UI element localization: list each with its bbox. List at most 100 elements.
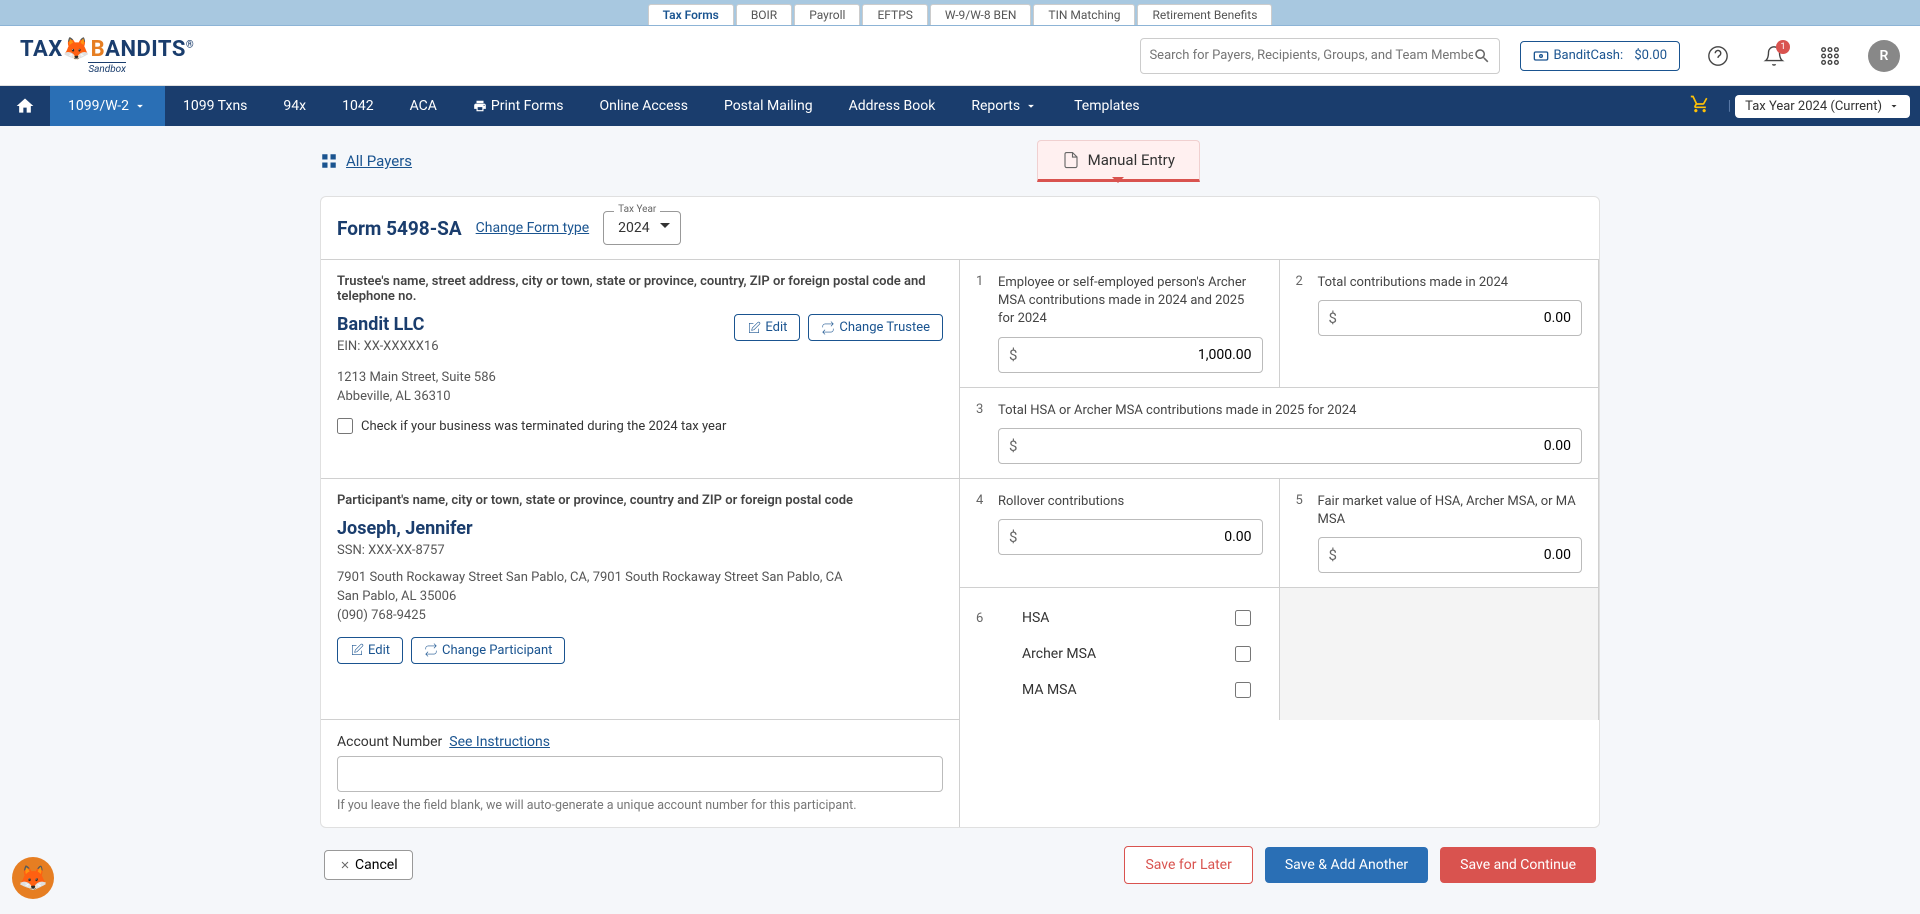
box-3: 3 Total HSA or Archer MSA contributions … [960, 388, 1599, 479]
nav-item-postal-mailing[interactable]: Postal Mailing [706, 86, 831, 126]
top-tab-tin-matching[interactable]: TIN Matching [1033, 4, 1135, 25]
chevron-down-icon [1888, 100, 1900, 112]
change-trustee-button[interactable]: Change Trustee [808, 314, 943, 341]
save-for-later-button[interactable]: Save for Later [1124, 846, 1252, 884]
box-5: 5 Fair market value of HSA, Archer MSA, … [1280, 479, 1600, 588]
notification-badge: 1 [1776, 40, 1790, 54]
main-nav: 1099/W-21099 Txns94x1042ACAPrint FormsOn… [0, 86, 1920, 126]
apps-button[interactable] [1812, 38, 1848, 74]
terminated-checkbox[interactable] [337, 418, 353, 434]
chevron-down-icon [1024, 99, 1038, 113]
trustee-addr2: Abbeville, AL 36310 [337, 389, 943, 404]
participant-name: Joseph, Jennifer [337, 518, 943, 539]
top-tab-strip: Tax FormsBOIRPayrollEFTPSW-9/W-8 BENTIN … [0, 0, 1920, 26]
help-icon [1707, 45, 1729, 67]
top-tab-payroll[interactable]: Payroll [794, 4, 860, 25]
box-2-input[interactable]: $ [1318, 300, 1583, 336]
nav-item-templates[interactable]: Templates [1056, 86, 1158, 126]
box-6: 6 HSA Archer MSA MA MSA [960, 588, 1280, 720]
search-box[interactable] [1140, 38, 1500, 74]
trustee-name: Bandit LLC [337, 314, 439, 335]
bandit-cash[interactable]: BanditCash: $0.00 [1520, 41, 1680, 71]
nav-item-address-book[interactable]: Address Book [831, 86, 954, 126]
close-icon [339, 859, 351, 871]
trustee-ein: EIN: XX-XXXXX16 [337, 339, 439, 354]
account-section: Account Number See Instructions If you l… [321, 720, 960, 827]
save-continue-button[interactable]: Save and Continue [1440, 847, 1596, 883]
document-icon [1062, 151, 1080, 169]
account-number-input[interactable] [337, 756, 943, 792]
swap-icon [424, 643, 438, 657]
nav-item-reports[interactable]: Reports [953, 86, 1056, 126]
top-tab-eftps[interactable]: EFTPS [862, 4, 927, 25]
box-4-input[interactable]: $ [998, 519, 1263, 555]
empty-cell [960, 720, 1599, 827]
all-payers-link[interactable]: All Payers [320, 152, 412, 170]
edit-trustee-button[interactable]: Edit [734, 314, 800, 341]
box-1-input[interactable]: $ [998, 337, 1263, 373]
nav-item-print-forms[interactable]: Print Forms [455, 86, 582, 126]
ma-msa-checkbox[interactable] [1235, 682, 1251, 698]
trustee-addr1: 1213 Main Street, Suite 586 [337, 370, 943, 385]
box-1: 1 Employee or self-employed person's Arc… [960, 260, 1280, 388]
participant-phone: (090) 768-9425 [337, 608, 943, 623]
top-tab-boir[interactable]: BOIR [736, 4, 792, 25]
home-icon [15, 96, 35, 116]
swap-icon [821, 321, 835, 335]
chevron-down-icon [133, 99, 147, 113]
edit-participant-button[interactable]: Edit [337, 637, 403, 664]
notification-button[interactable]: 1 [1756, 38, 1792, 74]
participant-addr1: 7901 South Rockaway Street San Pablo, CA… [337, 570, 943, 585]
nav-home[interactable] [0, 96, 50, 116]
trustee-section: Trustee's name, street address, city or … [321, 260, 960, 479]
nav-item-1099-txns[interactable]: 1099 Txns [165, 86, 265, 126]
participant-section: Participant's name, city or town, state … [321, 479, 960, 720]
save-add-another-button[interactable]: Save & Add Another [1265, 847, 1428, 883]
manual-entry-tab[interactable]: Manual Entry [1037, 140, 1200, 182]
logo[interactable]: TAX🦊BANDITS® Sandbox [20, 37, 194, 75]
nav-item-1042[interactable]: 1042 [324, 86, 391, 126]
nav-item-94x[interactable]: 94x [265, 86, 324, 126]
cancel-button[interactable]: Cancel [324, 850, 413, 880]
archer-msa-checkbox[interactable] [1235, 646, 1251, 662]
terminated-label: Check if your business was terminated du… [361, 419, 726, 434]
tax-year-dropdown[interactable]: Tax Year 2024 [603, 211, 680, 245]
tax-year-selector[interactable]: Tax Year 2024 (Current) [1735, 95, 1910, 118]
participant-addr2: San Pablo, AL 35006 [337, 589, 943, 604]
nav-item-aca[interactable]: ACA [392, 86, 455, 126]
cash-icon [1533, 48, 1549, 64]
top-tab-retirement-benefits[interactable]: Retirement Benefits [1137, 4, 1272, 25]
cart-button[interactable] [1676, 94, 1724, 118]
change-form-type-link[interactable]: Change Form type [476, 220, 590, 236]
top-tab-tax-forms[interactable]: Tax Forms [648, 4, 734, 25]
support-widget[interactable]: 🦊 [12, 857, 54, 899]
box-2: 2 Total contributions made in 2024 $ [1280, 260, 1600, 388]
grid-icon [320, 152, 338, 170]
avatar[interactable]: R [1868, 40, 1900, 72]
search-icon [1473, 47, 1491, 65]
participant-ssn: SSN: XXX-XX-8757 [337, 543, 943, 558]
form-card: Form 5498-SA Change Form type Tax Year 2… [320, 196, 1600, 828]
account-helper: If you leave the field blank, we will au… [337, 798, 943, 813]
nav-divider: | [1724, 98, 1735, 114]
search-input[interactable] [1149, 48, 1473, 63]
print-icon [473, 99, 487, 113]
nav-item-1099-w-2[interactable]: 1099/W-2 [50, 86, 165, 126]
apps-icon [1819, 45, 1841, 67]
top-tab-w-9-w-8-ben[interactable]: W-9/W-8 BEN [930, 4, 1032, 25]
edit-icon [747, 321, 761, 335]
change-participant-button[interactable]: Change Participant [411, 637, 565, 664]
help-button[interactable] [1700, 38, 1736, 74]
disabled-cell [1280, 588, 1600, 720]
hsa-checkbox[interactable] [1235, 610, 1251, 626]
box-3-input[interactable]: $ [998, 428, 1582, 464]
form-title: Form 5498-SA [337, 217, 462, 240]
see-instructions-link[interactable]: See Instructions [449, 734, 550, 750]
box-4: 4 Rollover contributions $ [960, 479, 1280, 588]
cart-icon [1690, 94, 1710, 114]
box-5-input[interactable]: $ [1318, 537, 1583, 573]
header: TAX🦊BANDITS® Sandbox BanditCash: $0.00 1… [0, 26, 1920, 86]
nav-item-online-access[interactable]: Online Access [581, 86, 705, 126]
edit-icon [350, 643, 364, 657]
account-label: Account Number [337, 734, 442, 750]
